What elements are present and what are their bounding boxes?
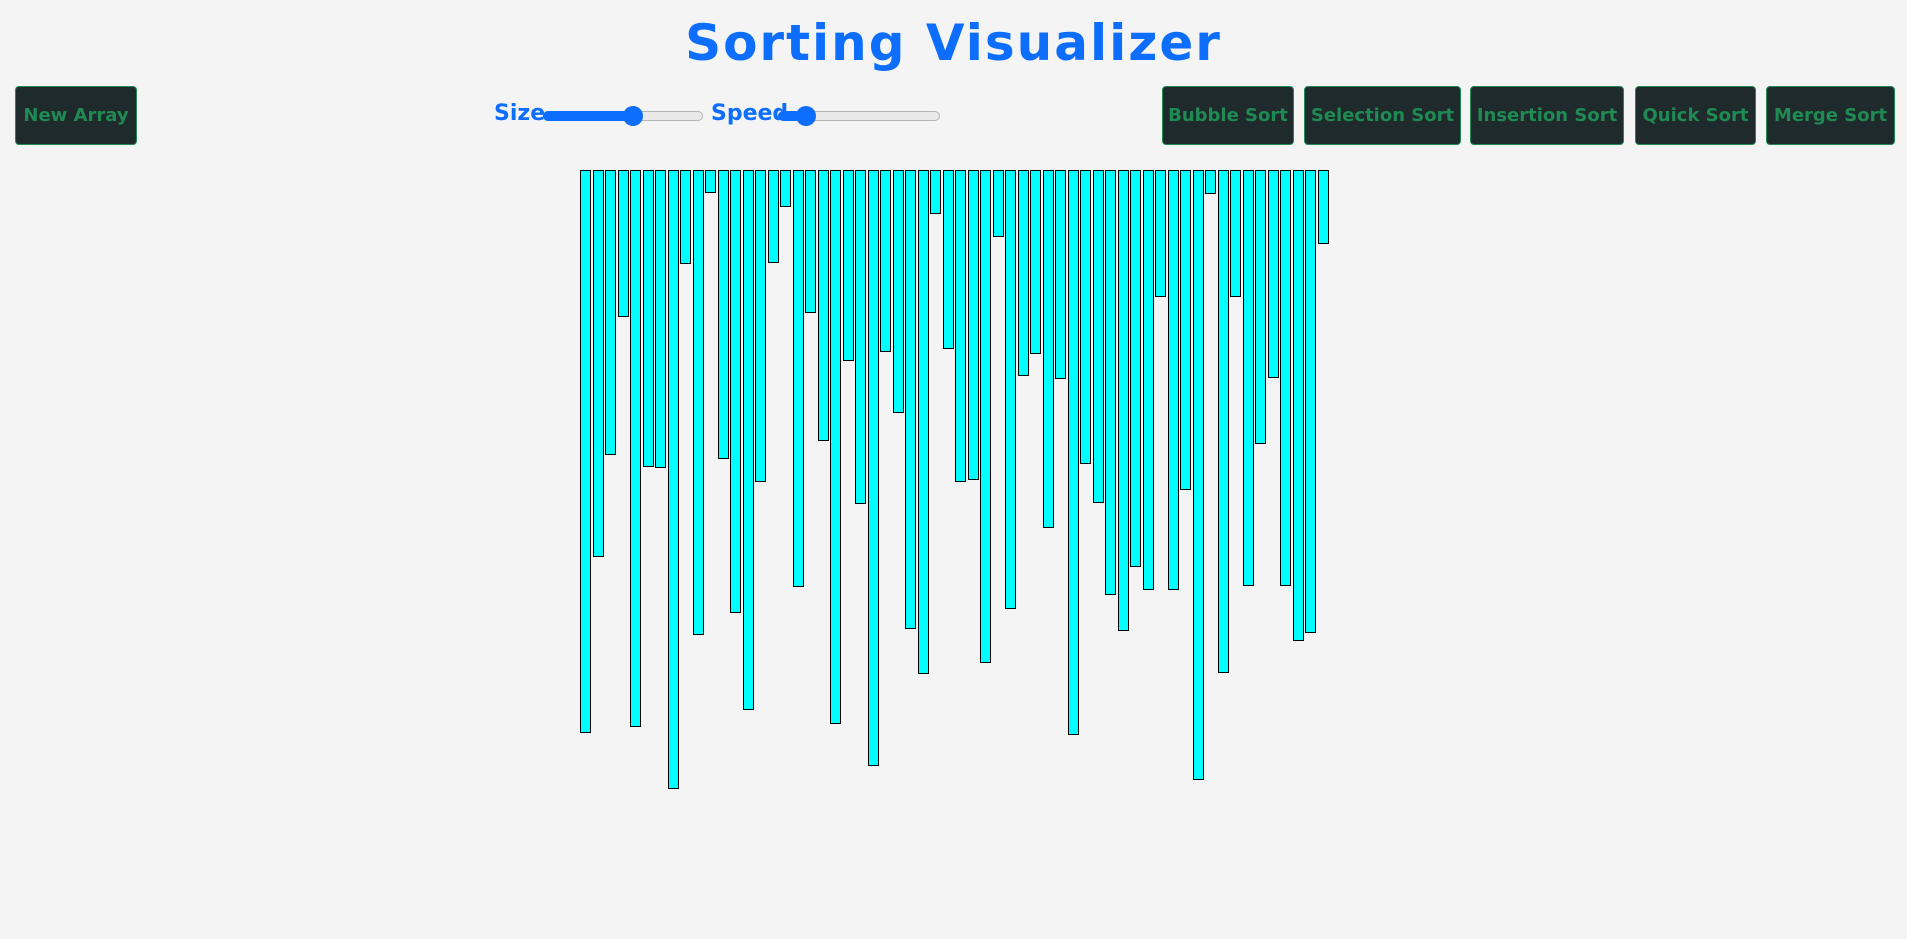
array-bar xyxy=(892,170,904,413)
array-bar xyxy=(1267,170,1279,378)
array-bar xyxy=(1067,170,1079,735)
page-title: Sorting Visualizer xyxy=(685,14,1222,72)
array-bar xyxy=(1105,170,1116,595)
array-bar xyxy=(1117,170,1129,631)
array-bar xyxy=(667,170,679,789)
array-bar xyxy=(855,170,866,504)
array-bar xyxy=(1042,170,1054,528)
array-bar xyxy=(642,170,654,467)
array-bar xyxy=(692,170,704,635)
size-slider-fill xyxy=(543,111,633,121)
array-bar xyxy=(1230,170,1241,297)
array-bar xyxy=(592,170,604,557)
array-bar xyxy=(1255,170,1266,444)
array-bar xyxy=(730,170,741,613)
array-bar xyxy=(1142,170,1154,590)
array-bar xyxy=(1180,170,1191,490)
array-bar xyxy=(717,170,729,459)
array-bar xyxy=(767,170,779,263)
array-bar xyxy=(755,170,766,482)
selection-sort-button[interactable]: Selection Sort xyxy=(1304,86,1461,145)
array-bar xyxy=(1205,170,1216,194)
size-slider[interactable] xyxy=(543,104,703,128)
array-bar xyxy=(980,170,991,663)
array-bar xyxy=(1092,170,1104,503)
array-bar xyxy=(992,170,1004,237)
array-bar xyxy=(655,170,666,468)
array-bar xyxy=(880,170,891,352)
array-bar xyxy=(580,170,591,733)
speed-slider-thumb[interactable] xyxy=(796,106,817,126)
array-bar xyxy=(942,170,954,349)
array-bar xyxy=(605,170,616,455)
array-bar xyxy=(967,170,979,480)
array-bar xyxy=(1292,170,1304,641)
array-bar xyxy=(1030,170,1041,354)
array-bar xyxy=(1155,170,1166,297)
array-bar xyxy=(1317,170,1329,244)
size-slider-thumb[interactable] xyxy=(622,106,643,126)
array-bar xyxy=(917,170,929,674)
array-bar xyxy=(780,170,791,207)
array-bar xyxy=(630,170,641,727)
new-array-button[interactable]: New Array xyxy=(15,86,137,145)
speed-label: Speed xyxy=(711,101,789,126)
array-bar xyxy=(1192,170,1204,780)
array-bar xyxy=(805,170,816,313)
array-bar xyxy=(842,170,854,361)
array-bar xyxy=(617,170,629,317)
array-bar xyxy=(705,170,716,193)
array-bar xyxy=(1167,170,1179,590)
speed-slider[interactable] xyxy=(778,104,940,128)
array-bar xyxy=(1242,170,1254,586)
array-bar xyxy=(930,170,941,214)
quick-sort-button[interactable]: Quick Sort xyxy=(1635,86,1756,145)
array-bar xyxy=(1017,170,1029,376)
array-bar xyxy=(792,170,804,587)
array-bar xyxy=(680,170,691,264)
insertion-sort-button[interactable]: Insertion Sort xyxy=(1470,86,1624,145)
array-bar xyxy=(1055,170,1066,379)
array-bar xyxy=(1080,170,1091,464)
array-bar xyxy=(867,170,879,766)
array-bar xyxy=(830,170,841,724)
array-bar xyxy=(1305,170,1316,633)
array-bar xyxy=(1280,170,1291,586)
array-bar xyxy=(742,170,754,710)
array-bar xyxy=(905,170,916,629)
array-bar xyxy=(1130,170,1141,567)
merge-sort-button[interactable]: Merge Sort xyxy=(1766,86,1895,145)
size-label: Size xyxy=(494,101,546,126)
bubble-sort-button[interactable]: Bubble Sort xyxy=(1162,86,1294,145)
array-bar xyxy=(955,170,966,482)
array-bar xyxy=(817,170,829,441)
array-bar xyxy=(1217,170,1229,673)
array-bar xyxy=(1005,170,1016,609)
